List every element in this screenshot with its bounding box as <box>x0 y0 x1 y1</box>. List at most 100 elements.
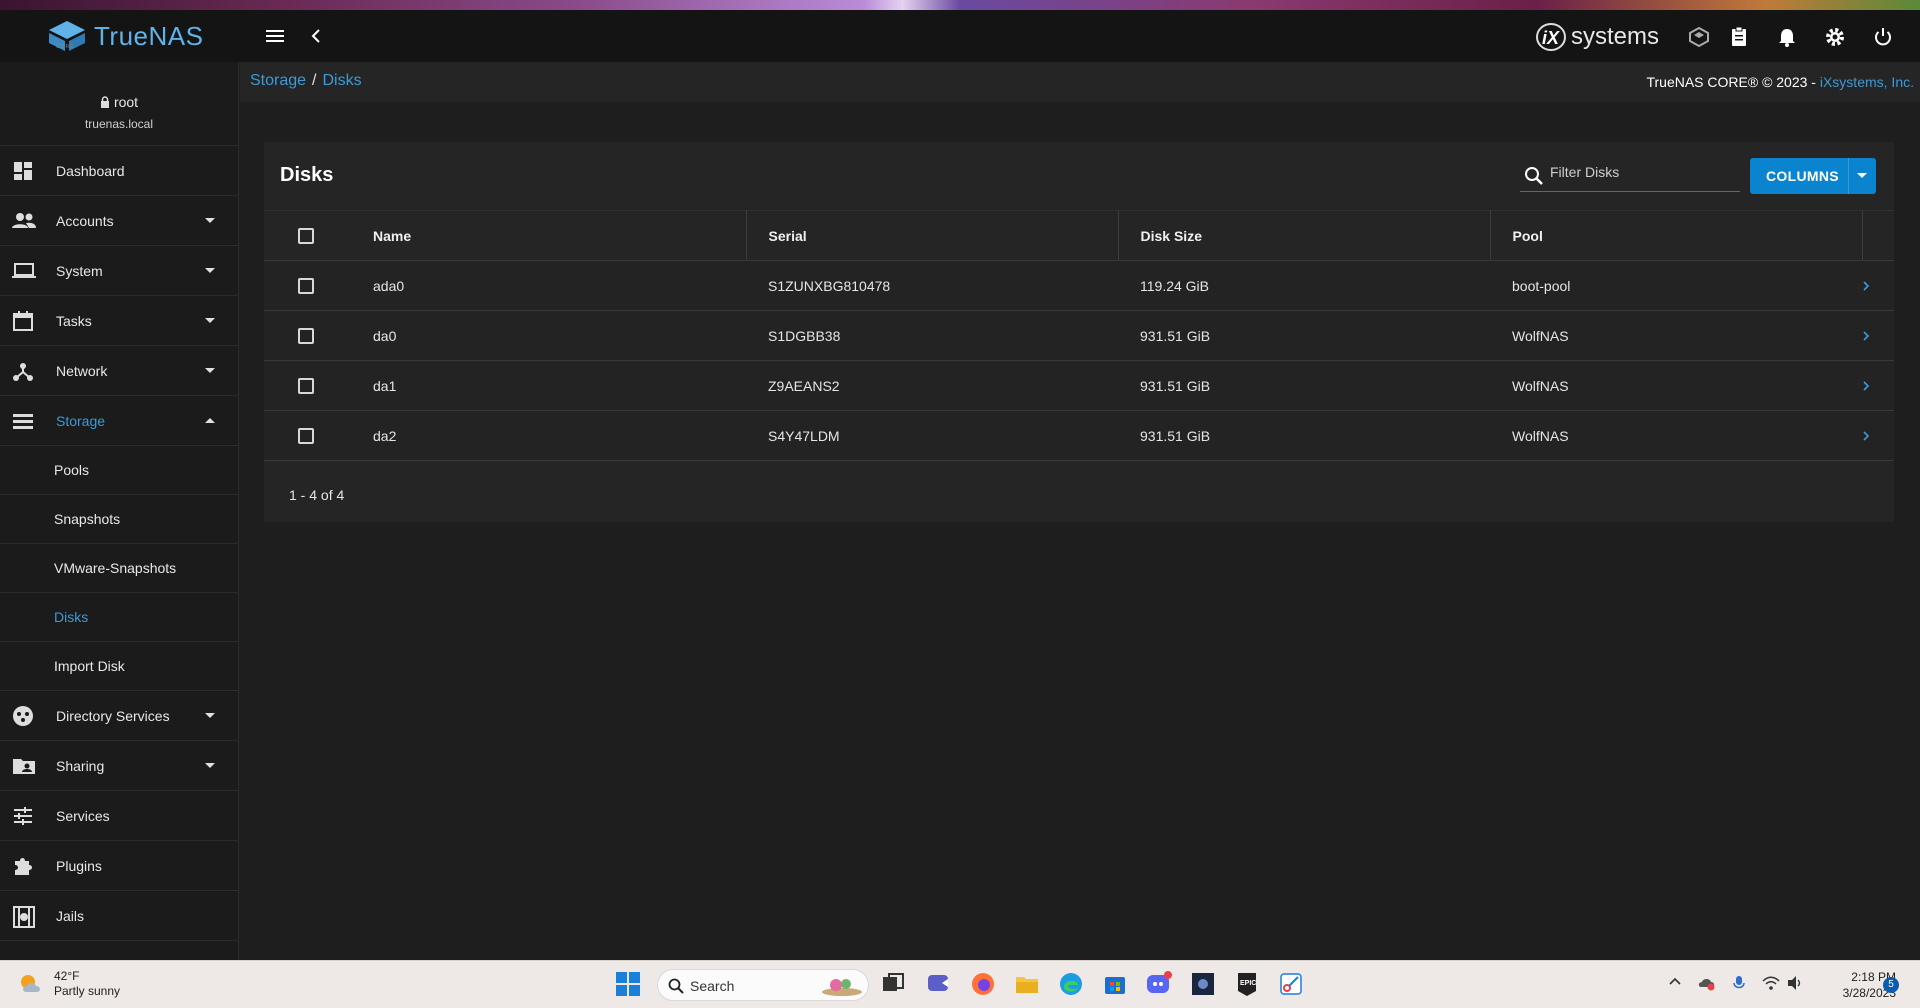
calendar-icon <box>12 310 34 332</box>
laptop-icon <box>12 260 36 282</box>
cell-serial: Z9AEANS2 <box>746 360 1118 411</box>
expand-chevron-icon[interactable] <box>1862 280 1870 291</box>
epic-games-icon[interactable]: EPIC <box>1234 971 1260 997</box>
people-icon <box>12 210 36 232</box>
space-app-icon[interactable] <box>1190 971 1216 997</box>
clipboard-icon[interactable] <box>1728 26 1750 48</box>
sidebar-item-dashboard[interactable]: Dashboard <box>0 146 238 196</box>
discord-icon[interactable] <box>1146 971 1172 997</box>
sidebar-subitem-pools[interactable]: Pools <box>0 446 238 495</box>
weather-temp: 42°F <box>54 969 80 983</box>
row-checkbox[interactable] <box>298 427 314 444</box>
sidebar-item-services[interactable]: Services <box>0 791 238 841</box>
gear-icon[interactable] <box>1824 26 1846 48</box>
sidebar-subitem-import-disk[interactable]: Import Disk <box>0 642 238 691</box>
filter-input[interactable] <box>1550 164 1730 180</box>
column-header-disk-size[interactable]: Disk Size <box>1118 210 1491 261</box>
wifi-icon[interactable] <box>1762 975 1780 991</box>
card-title: Disks <box>280 164 334 186</box>
search-highlight-icon <box>822 979 862 996</box>
chevron-down-icon <box>205 268 215 273</box>
row-checkbox[interactable] <box>298 277 314 294</box>
breadcrumb-storage[interactable]: Storage <box>250 72 306 89</box>
columns-button[interactable]: COLUMNS <box>1750 158 1876 194</box>
taskbar-search[interactable]: Search <box>657 969 869 1001</box>
table-row[interactable]: da2 S4Y47LDM 931.51 GiB WolfNAS <box>264 410 1894 461</box>
snipping-tool-icon[interactable] <box>1278 971 1304 997</box>
taskbar: 42°F Partly sunny Search EPIC 2:18 PM 3/… <box>0 960 1920 1008</box>
sidebar-item-label: Jails <box>56 907 85 924</box>
teams-chat-icon[interactable] <box>926 971 952 997</box>
expand-chevron-icon[interactable] <box>1862 430 1870 441</box>
firefox-icon[interactable] <box>970 971 996 997</box>
power-icon[interactable] <box>1872 26 1894 48</box>
sidebar-item-label: Directory Services <box>56 707 170 724</box>
storage-icon <box>12 410 34 432</box>
folder-share-icon <box>12 755 36 777</box>
cell-name: da2 <box>373 410 746 461</box>
sidebar-item-directory-services[interactable]: Directory Services <box>0 691 238 741</box>
notification-badge[interactable]: 5 <box>1883 977 1899 993</box>
sidebar-subitem-snapshots[interactable]: Snapshots <box>0 495 238 544</box>
onedrive-icon[interactable] <box>1698 975 1716 991</box>
breadcrumb-disks[interactable]: Disks <box>323 72 362 89</box>
weather-widget[interactable]: 42°F Partly sunny <box>18 969 120 999</box>
microsoft-store-icon[interactable] <box>1102 971 1128 997</box>
breadcrumb-separator: / <box>312 72 317 89</box>
truecommand-icon[interactable] <box>1688 26 1710 48</box>
user-info: root truenas.local <box>0 62 238 146</box>
edge-icon[interactable] <box>1058 971 1084 997</box>
sidebar-item-tasks[interactable]: Tasks <box>0 296 238 346</box>
filter-field[interactable] <box>1520 160 1740 192</box>
file-explorer-icon[interactable] <box>1014 971 1040 997</box>
row-checkbox[interactable] <box>298 377 314 394</box>
volume-icon[interactable] <box>1786 975 1804 991</box>
table-header-row: Name Serial Disk Size Pool <box>264 210 1894 261</box>
sidebar-item-storage[interactable]: Storage <box>0 396 238 446</box>
cell-serial: S1DGBB38 <box>746 310 1118 361</box>
select-all-checkbox[interactable] <box>298 227 314 244</box>
cell-name: da0 <box>373 310 746 361</box>
task-view-icon[interactable] <box>880 971 906 997</box>
bell-icon[interactable] <box>1776 26 1798 48</box>
sidebar-item-plugins[interactable]: Plugins <box>0 841 238 891</box>
weather-sun-cloud-icon <box>21 975 40 992</box>
sidebar-item-network[interactable]: Network <box>0 346 238 396</box>
cell-pool: WolfNAS <box>1490 410 1862 461</box>
copyright: TrueNAS CORE® © 2023 - iXsystems, Inc. <box>1646 74 1914 90</box>
table-row[interactable]: ada0 S1ZUNXBG810478 119.24 GiB boot-pool <box>264 260 1894 311</box>
column-header-name[interactable]: Name <box>373 210 747 261</box>
expand-chevron-icon[interactable] <box>1862 330 1870 341</box>
table-row[interactable]: da1 Z9AEANS2 931.51 GiB WolfNAS <box>264 360 1894 411</box>
sidebar-item-label: Dashboard <box>56 162 125 179</box>
disks-table: Name Serial Disk Size Pool ada0 S1ZUNXBG… <box>264 210 1894 461</box>
breadcrumb: Storage / Disks <box>250 72 362 90</box>
chevron-up-icon[interactable] <box>1668 975 1682 989</box>
sidebar-subitem-vmware-snapshots[interactable]: VMware-Snapshots <box>0 544 238 593</box>
windows-start-icon[interactable] <box>615 971 641 997</box>
cell-pool: WolfNAS <box>1490 310 1862 361</box>
chevron-down-icon <box>205 763 215 768</box>
sidebar-item-sharing[interactable]: Sharing <box>0 741 238 791</box>
ixsystems-logo[interactable]: iX iXsystems systems <box>1535 22 1659 52</box>
menu-icon[interactable] <box>264 27 286 45</box>
column-header-serial[interactable]: Serial <box>746 210 1119 261</box>
sidebar-subitem-disks[interactable]: Disks <box>0 593 238 642</box>
wallpaper-strip <box>0 0 1920 10</box>
cell-pool: WolfNAS <box>1490 360 1862 411</box>
sidebar-item-system[interactable]: System <box>0 246 238 296</box>
sidebar-item-accounts[interactable]: Accounts <box>0 196 238 246</box>
network-icon <box>12 360 34 382</box>
table-row[interactable]: da0 S1DGBB38 931.51 GiB WolfNAS <box>264 310 1894 361</box>
chevron-down-icon[interactable] <box>1857 173 1867 178</box>
collapse-chevron-icon[interactable] <box>310 27 322 45</box>
microphone-icon[interactable] <box>1732 975 1746 991</box>
taskbar-search-label: Search <box>690 978 735 994</box>
row-checkbox[interactable] <box>298 327 314 344</box>
cell-disk-size: 119.24 GiB <box>1118 260 1490 311</box>
ixsystems-link[interactable]: iXsystems, Inc. <box>1820 74 1914 90</box>
sidebar-item-jails[interactable]: Jails <box>0 891 238 941</box>
column-header-pool[interactable]: Pool <box>1490 210 1863 261</box>
directory-icon <box>12 705 34 727</box>
expand-chevron-icon[interactable] <box>1862 380 1870 391</box>
